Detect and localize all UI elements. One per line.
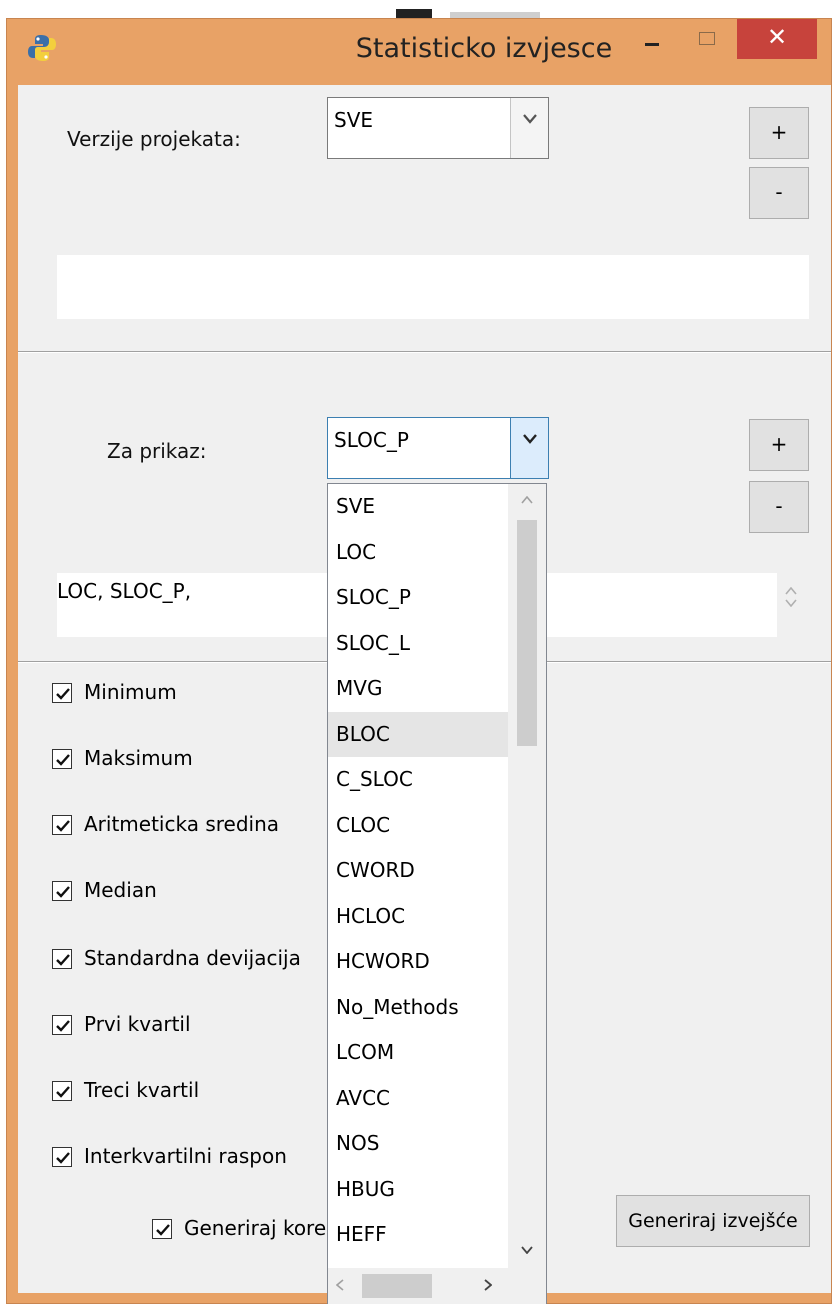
minimize-icon — [645, 43, 659, 46]
dropdown-item[interactable]: No_Methods — [328, 985, 508, 1031]
checkmark-icon — [56, 820, 70, 832]
title-bar[interactable]: Statisticko izvjesce ✕ — [7, 19, 831, 85]
statistic-label: Median — [84, 878, 157, 902]
statistic-label: Maksimum — [84, 746, 193, 770]
dropdown-item[interactable]: BLOC — [328, 711, 508, 757]
dropdown-item[interactable]: HEFF — [328, 1212, 508, 1258]
close-icon: ✕ — [766, 23, 788, 51]
statistic-label: Aritmeticka sredina — [84, 812, 280, 836]
generate-report-button[interactable]: Generiraj izvejšće — [616, 1195, 810, 1247]
chevron-right-icon[interactable] — [484, 1279, 492, 1291]
dropdown-item[interactable]: C_SLOC — [328, 757, 508, 803]
chevron-up-icon[interactable] — [785, 587, 797, 595]
checkmark-icon — [56, 1086, 70, 1098]
dropdown-vertical-scrollbar[interactable] — [508, 484, 546, 1270]
close-button[interactable]: ✕ — [737, 19, 817, 59]
statistic-label: Standardna devijacija — [84, 946, 301, 970]
metrics-dropdown-list[interactable]: SVE LOC SLOC_P SLOC_L MVG BLOC C_SLOC CLOC CWORD… — [327, 483, 547, 1304]
dropdown-item[interactable]: LCOM — [328, 1030, 508, 1076]
project-versions-combo[interactable]: SVE — [327, 97, 549, 159]
remove-version-button[interactable]: - — [749, 167, 809, 219]
checkmark-icon — [56, 1020, 70, 1032]
chevron-down-icon[interactable] — [510, 418, 548, 478]
dropdown-item[interactable]: CWORD — [328, 848, 508, 894]
statistic-label: Minimum — [84, 680, 177, 704]
statistic-label: Prvi kvartil — [84, 1012, 191, 1036]
chevron-left-icon[interactable] — [336, 1279, 344, 1291]
display-label: Za prikaz: — [107, 439, 207, 463]
maximize-icon — [699, 32, 715, 45]
chevron-up-icon — [521, 496, 533, 504]
divider — [18, 351, 831, 353]
minimize-button[interactable] — [621, 19, 681, 59]
dropdown-item[interactable]: CLOC — [328, 803, 508, 849]
statistic-label: Interkvartilni raspon — [84, 1144, 287, 1168]
dropdown-horizontal-scrollbar[interactable] — [328, 1268, 510, 1304]
checkmark-icon — [56, 886, 70, 898]
dropdown-item[interactable]: SLOC_P — [328, 575, 508, 621]
add-metric-button[interactable]: + — [749, 419, 809, 471]
dropdown-item[interactable]: AVCC — [328, 1076, 508, 1122]
remove-metric-button[interactable]: - — [749, 481, 809, 533]
correlation-label: Generiraj kore — [184, 1216, 327, 1240]
checkmark-icon — [56, 754, 70, 766]
dropdown-item[interactable]: HBUG — [328, 1167, 508, 1213]
chevron-down-icon[interactable] — [785, 599, 797, 607]
dropdown-item[interactable]: LOC — [328, 530, 508, 576]
hscroll-thumb[interactable] — [362, 1274, 432, 1298]
dropdown-item[interactable]: HCWORD — [328, 939, 508, 985]
scroll-corner — [508, 1268, 546, 1304]
project-versions-label: Verzije projekata: — [67, 127, 241, 151]
display-metrics-combo[interactable]: SLOC_P — [327, 417, 549, 479]
chevron-down-icon[interactable] — [510, 98, 548, 158]
scroll-thumb[interactable] — [517, 520, 537, 746]
checkmark-icon — [56, 688, 70, 700]
chevron-down-icon — [521, 1246, 533, 1254]
dropdown-item[interactable]: NOS — [328, 1121, 508, 1167]
display-metrics-text: LOC, SLOC_P, — [57, 579, 192, 603]
dropdown-items: SVE LOC SLOC_P SLOC_L MVG BLOC C_SLOC CLOC CWORD… — [328, 484, 508, 1258]
desktop-background — [0, 0, 834, 19]
checkmark-icon — [56, 1152, 70, 1164]
checkmark-icon — [156, 1224, 170, 1236]
dropdown-item[interactable]: HCLOC — [328, 894, 508, 940]
scroll-down-button[interactable] — [508, 1234, 546, 1270]
report-window: Statisticko izvjesce ✕ Verzije projekata… — [6, 18, 832, 1304]
dropdown-item[interactable]: MVG — [328, 666, 508, 712]
project-versions-textbox[interactable] — [57, 255, 809, 319]
project-versions-value: SVE — [334, 108, 374, 132]
add-version-button[interactable]: + — [749, 107, 809, 159]
display-metrics-value: SLOC_P — [334, 428, 409, 452]
dropdown-item[interactable]: SLOC_L — [328, 621, 508, 667]
dropdown-item[interactable]: SVE — [328, 484, 508, 530]
scroll-up-button[interactable] — [508, 484, 546, 520]
checkmark-icon — [56, 954, 70, 966]
statistic-label: Treci kvartil — [84, 1078, 200, 1102]
maximize-button[interactable] — [681, 19, 731, 59]
textbox-scroll[interactable] — [778, 583, 804, 643]
